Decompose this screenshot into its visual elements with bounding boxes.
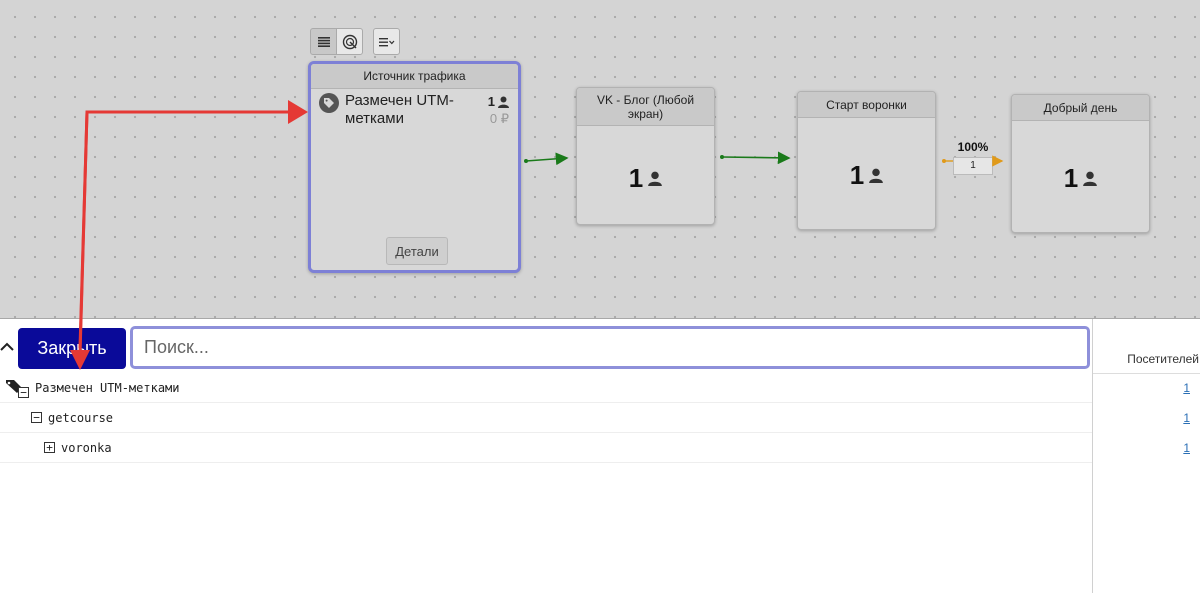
tag-icon [319, 93, 339, 113]
collapse-toggle[interactable]: − [18, 386, 29, 398]
user-icon [498, 96, 509, 108]
radar-view-button[interactable] [336, 28, 363, 55]
list-view-button[interactable] [310, 28, 337, 55]
user-icon [648, 171, 663, 186]
row-label: Размечен UTM-метками [35, 380, 180, 395]
funnel-start-node[interactable]: Старт воронки 1 [797, 91, 936, 230]
source-item-label[interactable]: Размечен UTM-метками [345, 92, 465, 128]
node-count-value: 1 [1063, 163, 1079, 193]
collapse-toggle[interactable]: − [31, 412, 42, 423]
search-input[interactable] [130, 326, 1090, 369]
expand-toggle[interactable]: + [44, 442, 55, 453]
menu-dropdown-icon [378, 37, 394, 46]
visitors-value-link[interactable]: 1 [1183, 381, 1190, 395]
conversion-percent: 100% [957, 140, 989, 154]
node-count: 1 [798, 160, 935, 191]
user-icon [1083, 171, 1098, 186]
node-count: 1 [577, 163, 714, 194]
good-day-node[interactable]: Добрый день 1 [1011, 94, 1150, 233]
source-count: 1 [488, 94, 509, 109]
visitors-column: Посетителей [1092, 319, 1200, 593]
row-label: voronka [61, 440, 112, 455]
node-count-value: 1 [628, 163, 644, 193]
visitors-value-link[interactable]: 1 [1183, 441, 1190, 455]
list-icon [317, 36, 330, 47]
menu-dropdown-button[interactable] [373, 28, 400, 55]
vk-blog-node[interactable]: VK - Блог (Любой экран) 1 [576, 87, 715, 225]
conversion-count: 1 [953, 157, 993, 175]
radar-icon [342, 34, 357, 49]
conversion-badge: 100% 1 [953, 140, 993, 175]
traffic-source-node[interactable]: Источник трафика Размечен UTM-метками 1 … [308, 61, 521, 273]
node-title: Добрый день [1012, 95, 1149, 121]
source-revenue: 0 ₽ [489, 111, 509, 126]
visitors-header: Посетителей [1127, 352, 1199, 366]
details-button[interactable]: Детали [386, 237, 448, 265]
user-icon [869, 168, 884, 183]
source-count-value: 1 [487, 94, 495, 109]
close-button[interactable]: Закрыть [18, 328, 126, 369]
visitors-value-link[interactable]: 1 [1183, 411, 1190, 425]
row-label: getcourse [48, 410, 114, 425]
collapse-panel-icon[interactable] [0, 342, 14, 352]
node-title: Источник трафика [311, 64, 518, 89]
tree-row[interactable]: + voronka [0, 433, 1092, 463]
node-title: Старт воронки [798, 92, 935, 118]
tree-row[interactable]: − Размечен UTM-метками [0, 373, 1092, 403]
tree-row[interactable]: − getcourse [0, 403, 1092, 433]
node-count-value: 1 [849, 160, 865, 190]
tag-icon: − [5, 379, 31, 398]
node-title: VK - Блог (Любой экран) [577, 88, 714, 126]
node-count: 1 [1012, 163, 1149, 194]
